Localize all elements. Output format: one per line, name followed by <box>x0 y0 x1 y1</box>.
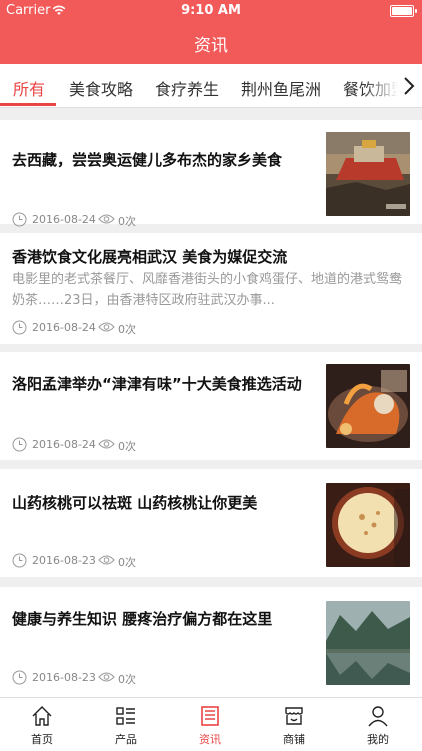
eye-icon <box>98 439 115 449</box>
tabbar-news[interactable]: 资讯 <box>168 698 252 751</box>
article-date: 2016-08-24 <box>32 321 96 334</box>
article-date: 2016-08-24 <box>32 438 96 451</box>
article-views: 0次 <box>118 215 136 228</box>
list-item[interactable]: 去西藏，尝尝奥运健儿多布杰的家乡美食 2016-08-24 0次 <box>0 120 422 228</box>
article-thumbnail <box>326 601 410 685</box>
tabbar-shops[interactable]: 商铺 <box>252 698 336 751</box>
tab-diet-health[interactable]: 食疗养生 <box>155 76 219 100</box>
tab-jingzhou[interactable]: 荆州鱼尾洲 <box>241 76 321 100</box>
list-item[interactable]: 山药核桃可以祛斑 山药核桃让你更美 2016-08-23 0次 <box>0 469 422 577</box>
tab-food-guide[interactable]: 美食攻略 <box>69 76 133 100</box>
article-title: 山药核桃可以祛斑 山药核桃让你更美 <box>12 494 258 512</box>
article-date: 2016-08-23 <box>32 554 96 567</box>
article-thumbnail <box>326 483 410 567</box>
shop-icon <box>285 707 303 725</box>
list-item[interactable]: 洛阳孟津举办“津津有味”十大美食推选活动 2016-08-24 0次 <box>0 352 422 460</box>
chevron-right-icon <box>404 77 415 95</box>
battery-icon <box>390 5 417 17</box>
article-views: 0次 <box>118 440 136 453</box>
article-date: 2016-08-23 <box>32 671 96 684</box>
eye-icon <box>98 672 115 682</box>
tab-all[interactable]: 所有 <box>13 76 45 100</box>
clock-icon <box>12 437 27 452</box>
tabbar-label: 我的 <box>367 733 389 746</box>
clock-icon <box>12 670 27 685</box>
article-summary: 电影里的老式茶餐厅、风靡香港街头的小食鸡蛋仔、地道的港式鸳鸯奶茶……23日，由香… <box>12 272 403 308</box>
article-title: 洛阳孟津举办“津津有味”十大美食推选活动 <box>12 375 302 393</box>
eye-icon <box>98 322 115 332</box>
list-item[interactable]: 香港饮食文化展亮相武汉 美食为媒促交流 电影里的老式茶餐厅、风靡香港街头的小食鸡… <box>0 233 422 344</box>
article-thumbnail <box>326 132 410 216</box>
tabbar-label: 产品 <box>115 733 137 746</box>
tabbar-profile[interactable]: 我的 <box>336 698 420 751</box>
clock-icon <box>12 320 27 335</box>
list-item[interactable]: 健康与养生知识 腰疼治疗偏方都在这里 2016-08-23 0次 <box>0 587 422 697</box>
article-thumbnail <box>326 364 410 448</box>
article-date: 2016-08-24 <box>32 213 96 226</box>
article-views: 0次 <box>118 556 136 569</box>
article-views: 0次 <box>118 323 136 336</box>
status-time: 9:10 AM <box>181 3 241 18</box>
news-icon <box>201 706 219 726</box>
tabs-scroll-button[interactable] <box>398 64 422 107</box>
article-title: 香港饮食文化展亮相武汉 美食为媒促交流 <box>12 248 288 266</box>
article-title: 去西藏，尝尝奥运健儿多布杰的家乡美食 <box>12 151 283 169</box>
list-icon <box>116 707 135 725</box>
tabbar-products[interactable]: 产品 <box>84 698 168 751</box>
active-tab-indicator <box>0 103 56 106</box>
tabbar-label: 商铺 <box>283 733 305 746</box>
clock-icon <box>12 212 27 227</box>
bottom-tab-bar: 首页 产品 资讯 商铺 我的 <box>0 697 422 751</box>
home-icon <box>32 706 52 726</box>
tabbar-home[interactable]: 首页 <box>0 698 84 751</box>
page-title: 资讯 <box>194 36 228 56</box>
nav-header: Carrier 9:10 AM 资讯 <box>0 0 422 64</box>
clock-icon <box>12 553 27 568</box>
eye-icon <box>98 214 115 224</box>
eye-icon <box>98 555 115 565</box>
tabbar-label: 资讯 <box>199 733 221 746</box>
status-bar: Carrier 9:10 AM <box>0 0 422 22</box>
article-views: 0次 <box>118 673 136 686</box>
category-tabs: 所有 美食攻略 食疗养生 荆州鱼尾洲 餐饮加盟 <box>0 64 422 108</box>
user-icon <box>368 706 388 727</box>
article-title: 健康与养生知识 腰疼治疗偏方都在这里 <box>12 610 273 628</box>
tabbar-label: 首页 <box>31 733 53 746</box>
